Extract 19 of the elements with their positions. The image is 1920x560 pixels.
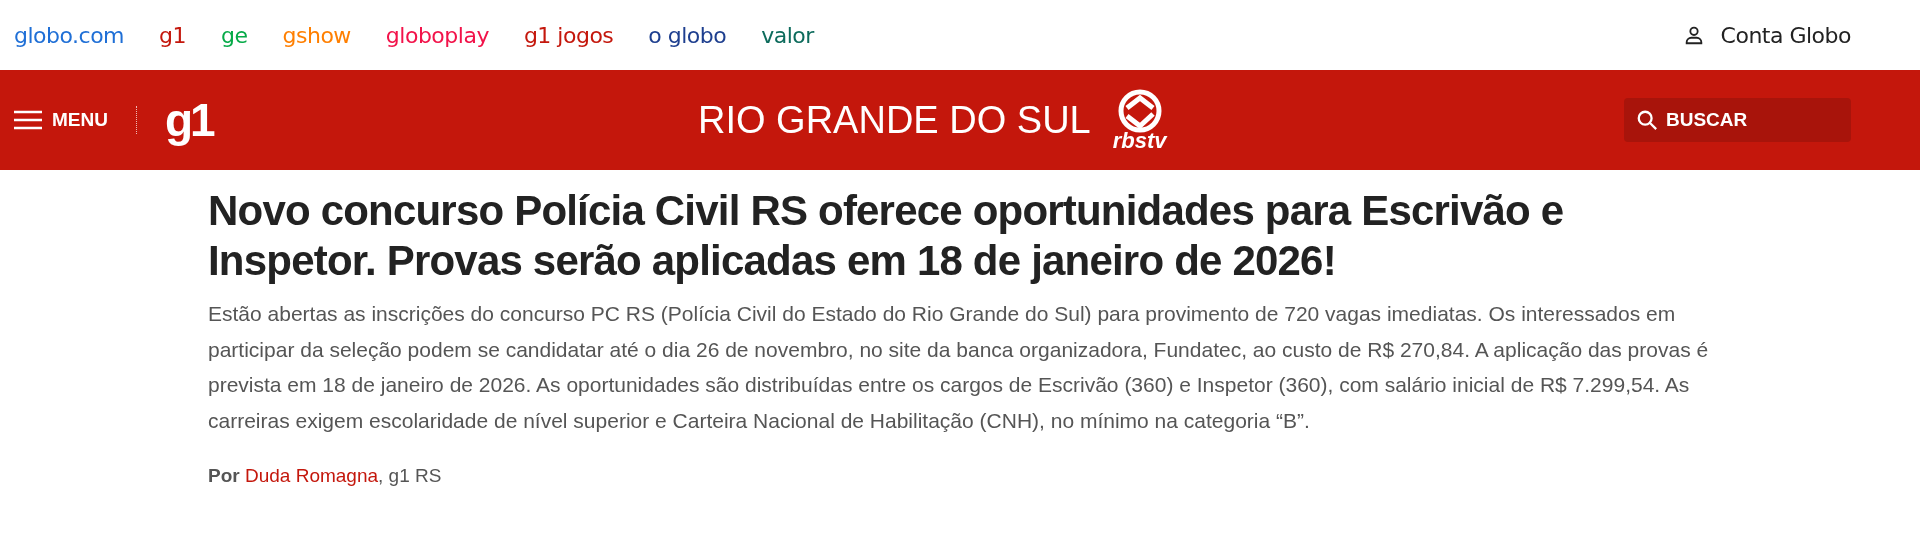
- menu-icon: [14, 110, 42, 130]
- site-link[interactable]: ge: [221, 18, 248, 52]
- byline: Por Duda Romagna, g1 RS: [208, 464, 443, 488]
- site-link[interactable]: g1: [159, 18, 187, 52]
- site-link[interactable]: o globo: [648, 18, 727, 52]
- author-link[interactable]: Duda Romagna: [244, 465, 379, 486]
- article-subtitle: Estão abertas as inscrições do concurso PC RS (Polícia Civil do Estado do Rio Grande do Sul) para provimento de 720 vagas imediatas. Os interessados em participar da seleção podem se candidatar até o dia 26 de novembro, no site da banca organizadora, Fundatec, ao custo de R$ 270,84. A aplicação das provas é prevista em 18 de janeiro de 2026. As oportunidades são distribuídas entre os cargos de Escrivão (360) e Inspetor (360), com salário inicial de R$ 7.299,54. As carreiras exigem escolaridade de nível superior e Carteira Nacional de Habilitação (CNH), no mínimo na categoria “B”.: [208, 301, 1710, 434]
- menu-button[interactable]: MENU: [14, 105, 108, 135]
- search-icon: [1636, 109, 1658, 131]
- site-link[interactable]: globo.com: [14, 18, 125, 52]
- site-link[interactable]: valor: [761, 18, 814, 52]
- account-link[interactable]: Conta Globo: [1720, 18, 1851, 52]
- search-button[interactable]: BUSCAR: [1624, 98, 1851, 142]
- affiliate-logo: rbstv: [1112, 130, 1167, 152]
- site-link[interactable]: g1 jogos: [523, 18, 614, 52]
- affiliate-logo-icon: [1116, 88, 1163, 134]
- article-title: Novo concurso Polícia Civil RS oferece oportunidades para Escrivão e Inspetor. Provas serão aplicadas em 18 de janeiro de 2026!: [208, 186, 1565, 286]
- site-link[interactable]: globoplay: [385, 18, 489, 52]
- region-title: RIO GRANDE DO SUL: [698, 97, 1091, 143]
